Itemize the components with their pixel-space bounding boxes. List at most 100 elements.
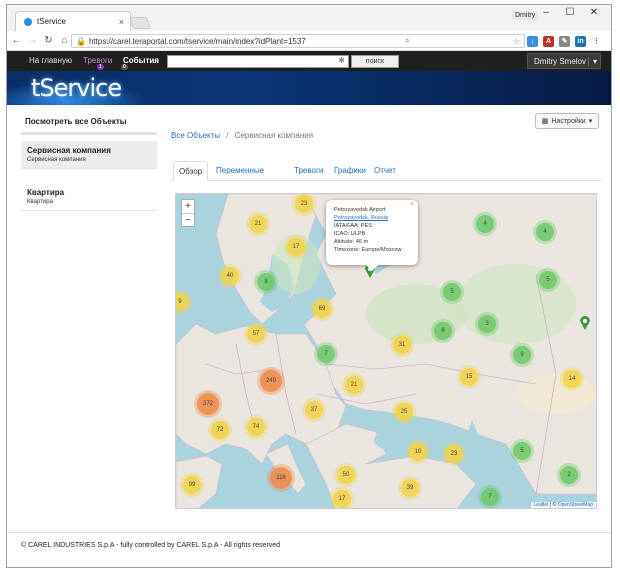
- map-cluster-marker[interactable]: 7: [317, 345, 335, 363]
- leaflet-link[interactable]: Leaflet: [534, 502, 549, 508]
- cluster-count: 31: [398, 342, 406, 348]
- map-cluster-marker[interactable]: 50: [337, 466, 355, 484]
- map-cluster-marker[interactable]: 4: [536, 223, 554, 241]
- zoom-search-icon[interactable]: ⌕: [405, 36, 409, 46]
- zoom-control: + −: [181, 199, 195, 227]
- zoom-in-button[interactable]: +: [182, 200, 194, 213]
- map-cluster-marker[interactable]: 39: [401, 479, 419, 497]
- nav-events-link[interactable]: События 0: [121, 56, 159, 70]
- map-view[interactable]: 23 21 17 40 8 9 69 57 7 31 249 21 372 37 25 72 74 10 23 118…: [175, 193, 597, 509]
- map-cluster-marker[interactable]: 37: [305, 401, 323, 419]
- cluster-count: 50: [342, 472, 350, 478]
- map-cluster-marker[interactable]: 9: [513, 346, 531, 364]
- new-tab-button[interactable]: [128, 17, 152, 29]
- map-cluster-marker[interactable]: 5: [539, 271, 557, 289]
- map-cluster-marker[interactable]: 2: [560, 466, 578, 484]
- nav-alarms-link[interactable]: Тревоги 1: [83, 56, 112, 70]
- minimize-icon[interactable]: –: [535, 7, 557, 18]
- map-cluster-marker[interactable]: 74: [247, 418, 265, 436]
- map-cluster-marker[interactable]: 17: [287, 238, 305, 256]
- nav-home-link[interactable]: На главную: [29, 56, 72, 65]
- map-cluster-marker[interactable]: 7: [481, 488, 499, 506]
- map-cluster-marker[interactable]: 372: [197, 393, 219, 415]
- map-cluster-marker[interactable]: 10: [409, 443, 427, 461]
- chevron-down-icon: ▾: [587, 56, 597, 66]
- download-extension-icon[interactable]: ↓: [527, 36, 538, 47]
- cluster-count: 9: [520, 352, 524, 358]
- reload-icon[interactable]: ↻: [42, 35, 55, 46]
- popup-close-icon[interactable]: ×: [410, 201, 414, 209]
- map-cluster-marker[interactable]: 99: [183, 476, 201, 494]
- cluster-count: 10: [414, 449, 422, 455]
- map-marker-icon[interactable]: [580, 316, 590, 330]
- map-cluster-marker[interactable]: 57: [247, 325, 265, 343]
- popup-iata: IATA/FAA: PES: [334, 223, 373, 229]
- map-cluster-marker[interactable]: 118: [270, 467, 292, 489]
- close-tab-icon[interactable]: ×: [119, 17, 124, 27]
- map-cluster-marker[interactable]: 6: [434, 322, 452, 340]
- map-cluster-marker[interactable]: 23: [445, 445, 463, 463]
- cluster-count: 372: [202, 401, 213, 407]
- map-cluster-marker[interactable]: 8: [257, 273, 275, 291]
- map-cluster-marker[interactable]: 40: [221, 267, 239, 285]
- maximize-icon[interactable]: ☐: [559, 7, 581, 18]
- breadcrumb-root-link[interactable]: Все Объекты: [171, 131, 220, 140]
- map-cluster-marker[interactable]: 25: [395, 403, 413, 421]
- close-window-icon[interactable]: ✕: [583, 7, 605, 18]
- tab-report[interactable]: Отчет: [369, 161, 401, 181]
- tab-variables[interactable]: Переменные: [211, 161, 269, 181]
- search-input[interactable]: ✱: [167, 55, 349, 68]
- forward-icon[interactable]: →: [26, 35, 39, 46]
- clear-search-icon[interactable]: ✱: [338, 56, 345, 65]
- extension-icon[interactable]: ✎: [559, 36, 570, 47]
- top-navigation: На главную Тревоги 1 События 0 ✱ поиск D…: [7, 51, 611, 71]
- tab-charts[interactable]: Графики: [329, 161, 371, 181]
- map-cluster-marker[interactable]: 14: [563, 370, 581, 388]
- map-cluster-marker[interactable]: 69: [313, 300, 331, 318]
- back-icon[interactable]: ←: [10, 35, 23, 46]
- cluster-count: 118: [276, 475, 286, 481]
- settings-button[interactable]: ▦ Настройки ▾: [535, 113, 599, 129]
- map-cluster-marker[interactable]: 4: [476, 215, 494, 233]
- map-cluster-marker[interactable]: 31: [393, 336, 411, 354]
- bookmark-star-icon[interactable]: ☆: [513, 37, 520, 46]
- map-cluster-marker[interactable]: 17: [333, 490, 351, 508]
- map-cluster-marker[interactable]: 249: [260, 370, 282, 392]
- map-cluster-marker[interactable]: 5: [513, 442, 531, 460]
- osm-link[interactable]: OpenStreetMap: [558, 502, 593, 508]
- map-cluster-marker[interactable]: 72: [211, 421, 229, 439]
- cluster-count: 17: [338, 496, 346, 502]
- map-cluster-marker[interactable]: 15: [460, 368, 478, 386]
- map-cluster-marker[interactable]: 21: [249, 215, 267, 233]
- map-cluster-marker[interactable]: 21: [345, 376, 363, 394]
- cluster-count: 9: [178, 299, 182, 305]
- user-name: Dmitry Smelov: [534, 56, 587, 66]
- tab-alarms[interactable]: Тревоги: [289, 161, 328, 181]
- map-cluster-marker[interactable]: 3: [478, 315, 496, 333]
- cluster-count: 40: [226, 273, 234, 279]
- cluster-count: 3: [485, 321, 489, 327]
- zoom-out-button[interactable]: −: [182, 213, 194, 226]
- pdf-extension-icon[interactable]: A: [543, 36, 554, 47]
- search-button[interactable]: поиск: [351, 55, 399, 68]
- user-menu-button[interactable]: Dmitry Smelov ▾: [527, 53, 601, 69]
- tab-overview[interactable]: Обзор: [173, 161, 209, 181]
- cluster-count: 57: [252, 331, 260, 337]
- sidebar-item-title: Сервисная компания: [27, 146, 111, 155]
- cluster-count: 72: [216, 427, 224, 433]
- popup-city-link[interactable]: Petrozavodsk, Russia: [334, 214, 410, 222]
- sidebar-title-link[interactable]: Посмотреть все Объекты: [21, 113, 157, 135]
- footer-copyright: © CAREL INDUSTRIES S.p.A - fully control…: [21, 542, 281, 549]
- menu-icon[interactable]: ⋮: [591, 36, 602, 47]
- grid-icon: ▦: [541, 118, 549, 125]
- map-cluster-marker[interactable]: 23: [295, 195, 313, 213]
- cluster-count: 5: [546, 277, 550, 283]
- url-bar[interactable]: 🔒 https://carel.teraportal.com/tservice/…: [71, 34, 525, 48]
- home-icon[interactable]: ⌂: [58, 35, 71, 46]
- map-cluster-marker[interactable]: 5: [443, 283, 461, 301]
- linkedin-extension-icon[interactable]: in: [575, 36, 586, 47]
- sidebar-item-service-company[interactable]: Сервисная компания Сервисная компания: [21, 141, 157, 169]
- cluster-count: 74: [252, 424, 260, 430]
- browser-tab[interactable]: tService ×: [15, 11, 131, 31]
- sidebar-item-apartment[interactable]: Квартира Квартира: [21, 183, 157, 211]
